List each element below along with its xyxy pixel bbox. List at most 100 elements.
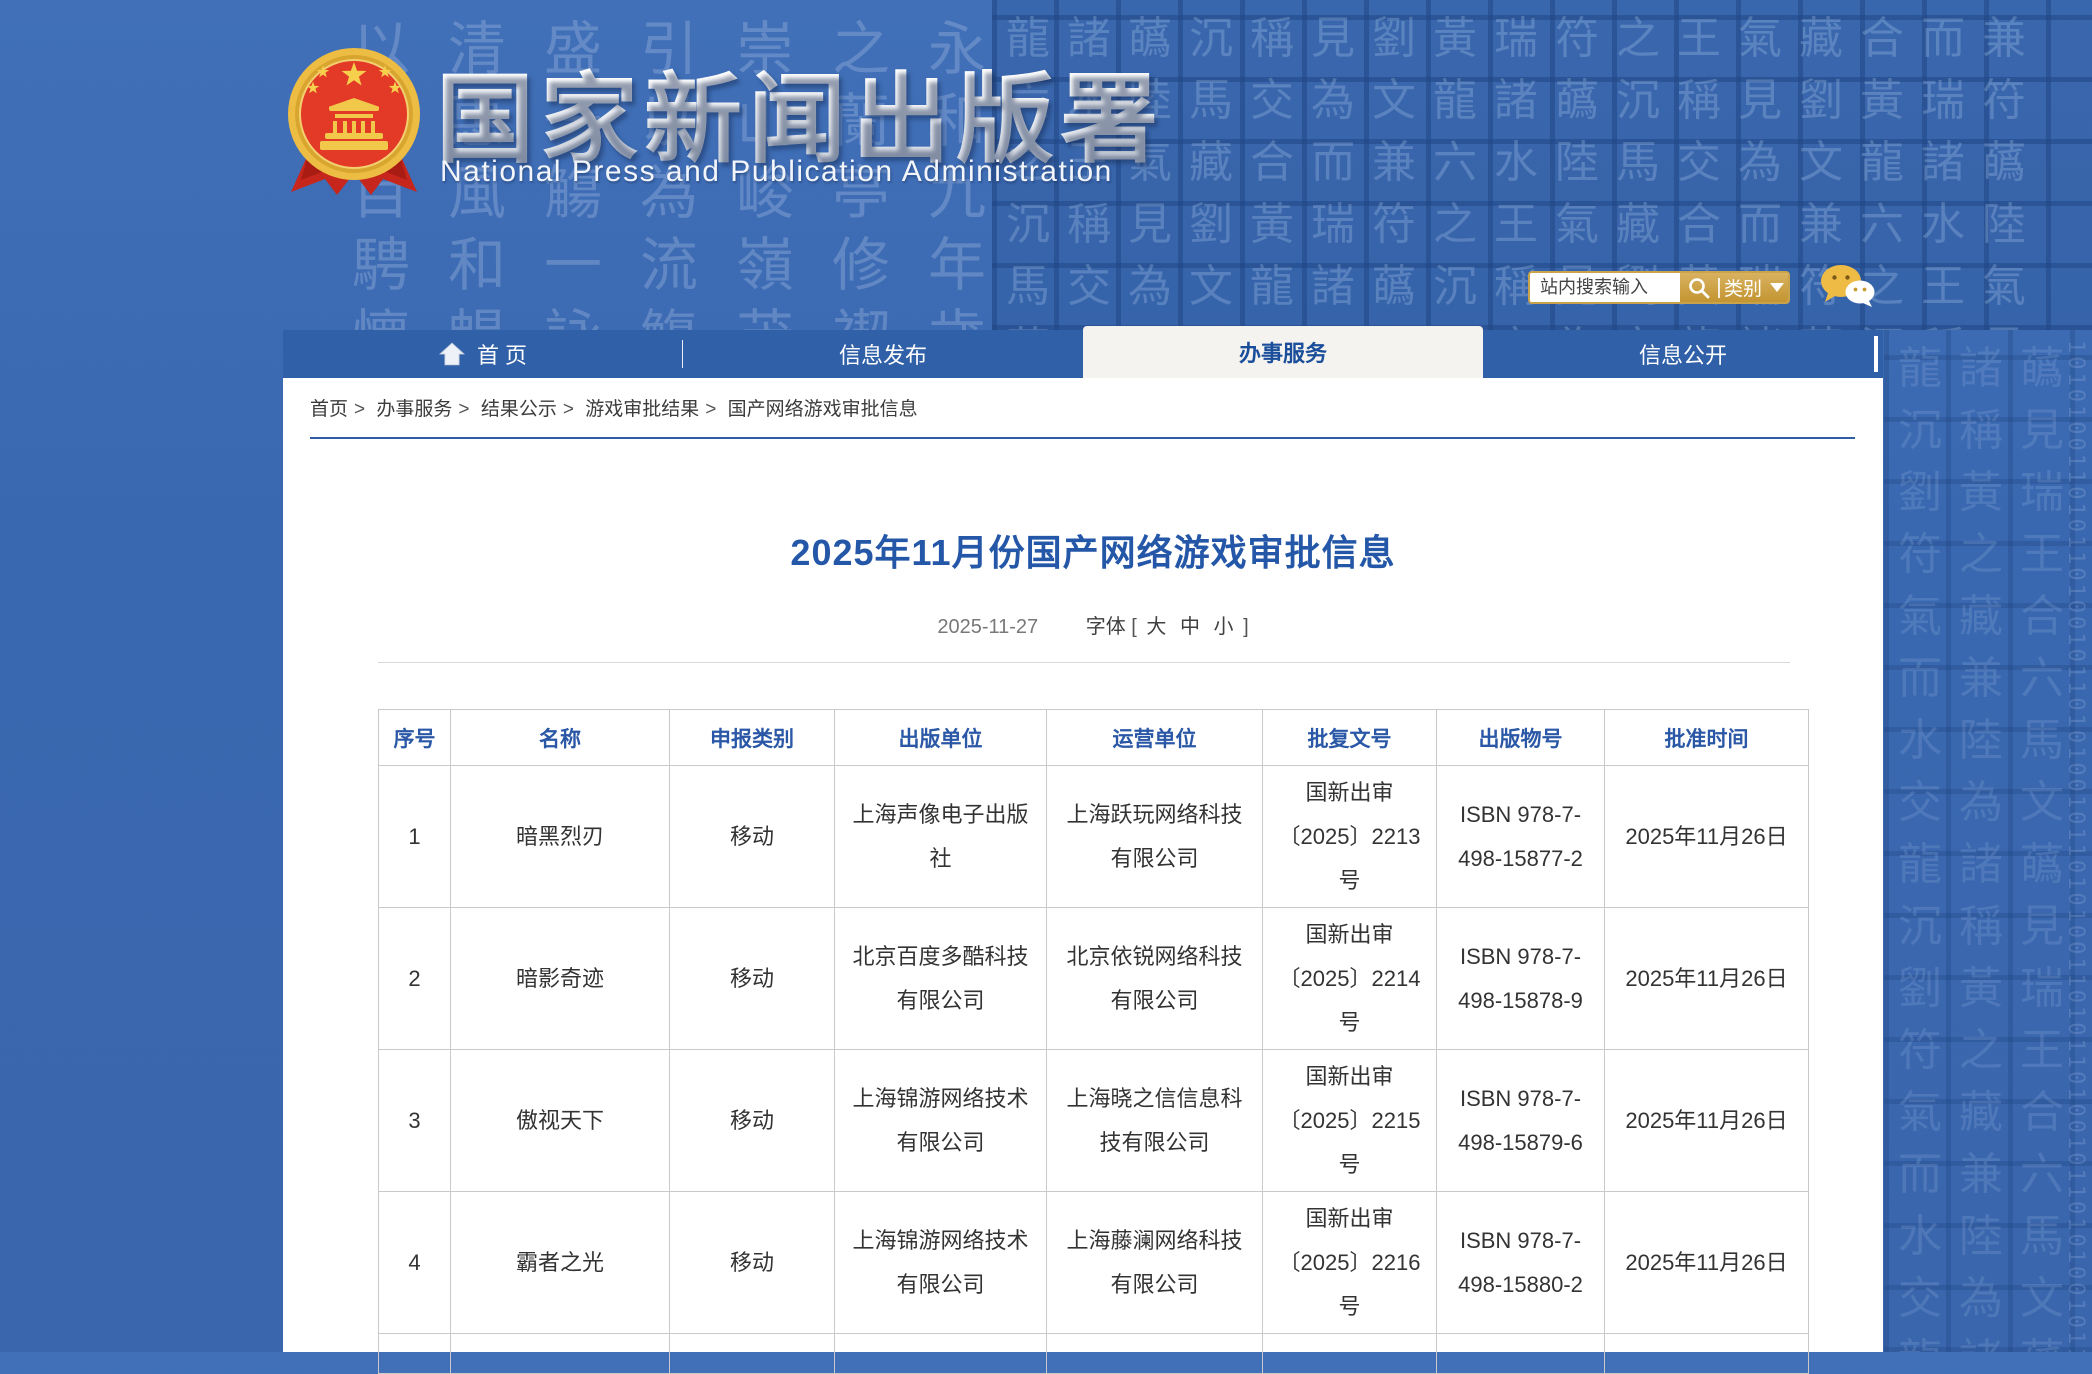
nav-item-label: 首 页 <box>477 338 527 370</box>
table-row-clipped <box>379 1334 1809 1374</box>
site-subtitle: National Press and Publication Administr… <box>440 155 1113 189</box>
breadcrumb-current: 国产网络游戏审批信息 <box>728 399 918 420</box>
table-cell: 移动 <box>670 1050 835 1192</box>
breadcrumb-link-home[interactable]: 首页 <box>310 399 348 420</box>
table-cell: ISBN 978-7-498-15879-6 <box>1437 1050 1605 1192</box>
breadcrumb: 首页 > 办事服务 > 结果公示 > 游戏审批结果 > 国产网络游戏审批信息 <box>310 394 924 421</box>
article-meta: 2025-11-27 字体 [ 大 中 小 ] <box>378 610 1808 639</box>
table-cell <box>1605 1334 1809 1374</box>
table-cell: 上海声像电子出版社 <box>835 766 1047 908</box>
nav-end-divider <box>1874 336 1878 372</box>
search-button[interactable] <box>1680 273 1718 302</box>
column-header: 名称 <box>451 710 670 766</box>
search-icon <box>1688 277 1710 299</box>
table-cell: 2025年11月26日 <box>1605 1050 1809 1192</box>
approval-table: 序号 名称 申报类别 出版单位 运营单位 批复文号 出版物号 批准时间 1 暗黑… <box>378 709 1809 1374</box>
table-cell: 北京依锐网络科技有限公司 <box>1047 908 1263 1050</box>
table-cell: 移动 <box>670 1192 835 1334</box>
wechat-button[interactable] <box>1818 262 1876 313</box>
nav-item-label: 办事服务 <box>1239 336 1327 368</box>
search-input[interactable] <box>1530 273 1680 302</box>
category-dropdown[interactable]: 类别 <box>1720 274 1788 301</box>
breadcrumb-separator: > <box>563 399 574 420</box>
chevron-down-icon <box>1770 283 1784 292</box>
column-header: 序号 <box>379 710 451 766</box>
table-header-row: 序号 名称 申报类别 出版单位 运营单位 批复文号 出版物号 批准时间 <box>379 710 1809 766</box>
font-size-large[interactable]: 大 <box>1142 616 1170 638</box>
font-size-label: 字体 <box>1086 616 1126 638</box>
table-row: 3 傲视天下 移动 上海锦游网络技术有限公司 上海晓之信信息科技有限公司 国新出… <box>379 1050 1809 1192</box>
table-cell: ISBN 978-7-498-15880-2 <box>1437 1192 1605 1334</box>
publish-date: 2025-11-27 <box>937 616 1038 638</box>
home-icon <box>439 342 465 366</box>
category-label: 类别 <box>1724 274 1762 301</box>
table-cell: 国新出审〔2025〕2213号 <box>1263 766 1437 908</box>
table-cell: 4 <box>379 1192 451 1334</box>
breadcrumb-link-services[interactable]: 办事服务 <box>376 399 452 420</box>
table-cell: 2 <box>379 908 451 1050</box>
meta-divider <box>378 662 1790 663</box>
table-cell: 上海锦游网络技术有限公司 <box>835 1192 1047 1334</box>
table-cell: 上海晓之信信息科技有限公司 <box>1047 1050 1263 1192</box>
nav-item-home[interactable]: 首 页 <box>283 330 683 378</box>
table-row: 1 暗黑烈刃 移动 上海声像电子出版社 上海跃玩网络科技有限公司 国新出审〔20… <box>379 766 1809 908</box>
table-cell: 2025年11月26日 <box>1605 766 1809 908</box>
nav-item-news[interactable]: 信息发布 <box>683 330 1083 378</box>
table-cell: 移动 <box>670 908 835 1050</box>
table-cell: 暗影奇迹 <box>451 908 670 1050</box>
nav-item-label: 信息公开 <box>1639 338 1727 370</box>
font-size-small[interactable]: 小 <box>1210 616 1238 638</box>
breadcrumb-link-results[interactable]: 结果公示 <box>481 399 557 420</box>
table-cell: 国新出审〔2025〕2215号 <box>1263 1050 1437 1192</box>
table-cell <box>835 1334 1047 1374</box>
table-cell: 上海藤澜网络科技有限公司 <box>1047 1192 1263 1334</box>
content-panel: 首页 > 办事服务 > 结果公示 > 游戏审批结果 > 国产网络游戏审批信息 2025年… <box>283 378 1883 1352</box>
breadcrumb-underline <box>310 437 1855 439</box>
table-cell: 2025年11月26日 <box>1605 1192 1809 1334</box>
table-cell: 国新出审〔2025〕2216号 <box>1263 1192 1437 1334</box>
table-cell: 上海跃玩网络科技有限公司 <box>1047 766 1263 908</box>
table-row: 2 暗影奇迹 移动 北京百度多酷科技有限公司 北京依锐网络科技有限公司 国新出审… <box>379 908 1809 1050</box>
site-search-bar: 类别 <box>1528 271 1790 304</box>
column-header: 批复文号 <box>1263 710 1437 766</box>
table-cell: 上海锦游网络技术有限公司 <box>835 1050 1047 1192</box>
column-header: 申报类别 <box>670 710 835 766</box>
table-cell <box>1263 1334 1437 1374</box>
table-cell: 北京百度多酷科技有限公司 <box>835 908 1047 1050</box>
table-cell: ISBN 978-7-498-15878-9 <box>1437 908 1605 1050</box>
table-cell <box>1437 1334 1605 1374</box>
font-bracket-open: [ <box>1131 616 1137 638</box>
font-bracket-close: ] <box>1243 616 1249 638</box>
search-controls: 类别 <box>1680 273 1788 302</box>
column-header: 出版单位 <box>835 710 1047 766</box>
table-cell <box>451 1334 670 1374</box>
breadcrumb-separator: > <box>458 399 469 420</box>
table-cell <box>379 1334 451 1374</box>
nav-item-label: 信息发布 <box>839 338 927 370</box>
table-cell: 移动 <box>670 766 835 908</box>
table-cell: 2025年11月26日 <box>1605 908 1809 1050</box>
table-cell <box>670 1334 835 1374</box>
page-title: 2025年11月份国产网络游戏审批信息 <box>378 524 1808 576</box>
table-cell: ISBN 978-7-498-15877-2 <box>1437 766 1605 908</box>
table-cell: 3 <box>379 1050 451 1192</box>
column-header: 批准时间 <box>1605 710 1809 766</box>
table-cell: 暗黑烈刃 <box>451 766 670 908</box>
table-cell: 霸者之光 <box>451 1192 670 1334</box>
font-size-medium[interactable]: 中 <box>1176 616 1204 638</box>
main-navigation: 首 页 信息发布 办事服务 信息公开 <box>283 330 1883 378</box>
table-row: 4 霸者之光 移动 上海锦游网络技术有限公司 上海藤澜网络科技有限公司 国新出审… <box>379 1192 1809 1334</box>
table-cell: 国新出审〔2025〕2214号 <box>1263 908 1437 1050</box>
table-cell: 1 <box>379 766 451 908</box>
column-header: 运营单位 <box>1047 710 1263 766</box>
table-cell <box>1047 1334 1263 1374</box>
breadcrumb-link-game-approval[interactable]: 游戏审批结果 <box>585 399 699 420</box>
nav-item-disclosure[interactable]: 信息公开 <box>1483 330 1883 378</box>
breadcrumb-separator: > <box>705 399 716 420</box>
binary-watermark: 1010100110101101001011010100101101010011… <box>1975 340 2092 1352</box>
table-cell: 傲视天下 <box>451 1050 670 1192</box>
breadcrumb-separator: > <box>354 399 365 420</box>
column-header: 出版物号 <box>1437 710 1605 766</box>
wechat-icon <box>1818 262 1876 308</box>
nav-item-services[interactable]: 办事服务 <box>1083 326 1483 378</box>
